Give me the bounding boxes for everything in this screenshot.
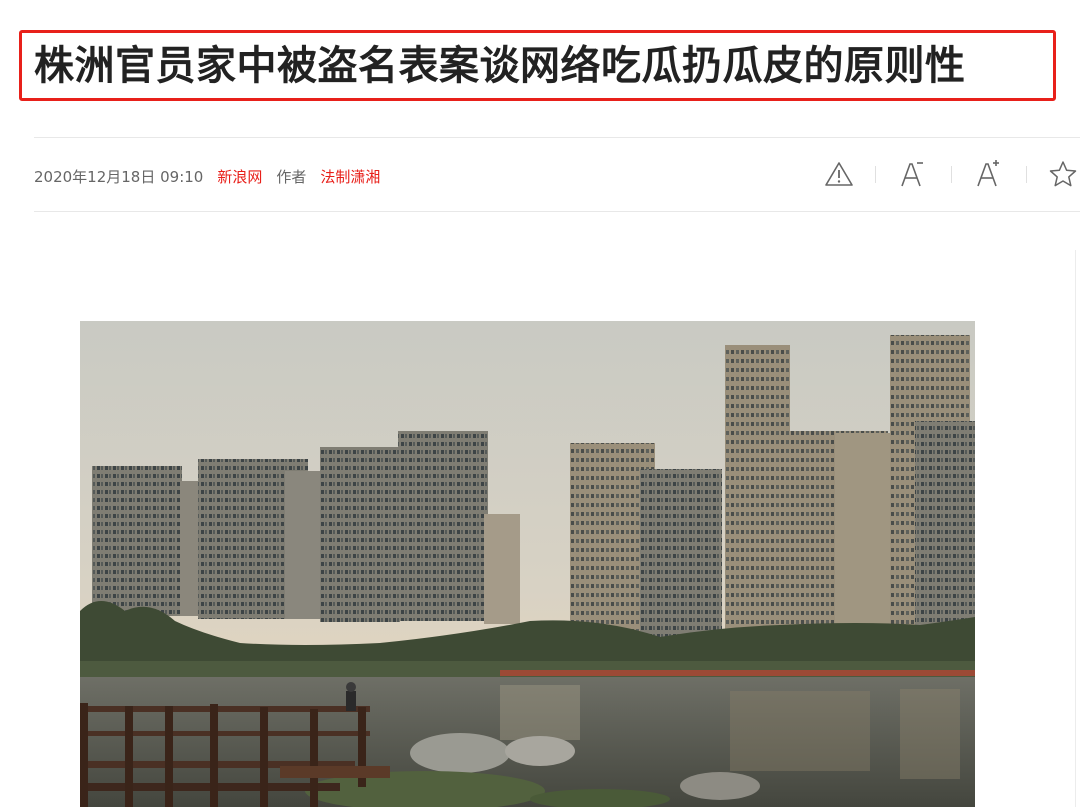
- meta-divider-top: [34, 137, 1080, 138]
- toolbar-separator: [875, 166, 876, 183]
- star-icon: [1048, 160, 1078, 188]
- font-decrease-icon: [898, 159, 926, 189]
- sidebar-edge: [1075, 250, 1076, 807]
- source-link[interactable]: 新浪网: [217, 166, 262, 187]
- font-increase-button[interactable]: [972, 155, 1004, 193]
- meta-divider-bottom: [34, 211, 1080, 212]
- author-link[interactable]: 法制潇湘: [320, 166, 380, 187]
- publish-date: 2020年12月18日 09:10: [34, 167, 204, 186]
- toolbar-separator: [1026, 166, 1027, 183]
- author-label: 作者: [276, 167, 307, 186]
- article-photo: [80, 321, 975, 807]
- report-button[interactable]: [822, 155, 856, 193]
- article-toolbar: [820, 155, 1080, 193]
- article-title: 株洲官员家中被盗名表案谈网络吃瓜扔瓜皮的原则性: [34, 43, 966, 89]
- warning-icon: [824, 161, 854, 187]
- font-increase-icon: [974, 159, 1002, 189]
- favorite-button[interactable]: [1046, 155, 1080, 193]
- toolbar-separator: [951, 166, 952, 183]
- font-decrease-button[interactable]: [896, 155, 928, 193]
- article-meta: 2020年12月18日 09:10 新浪网 作者 法制潇湘: [34, 162, 394, 190]
